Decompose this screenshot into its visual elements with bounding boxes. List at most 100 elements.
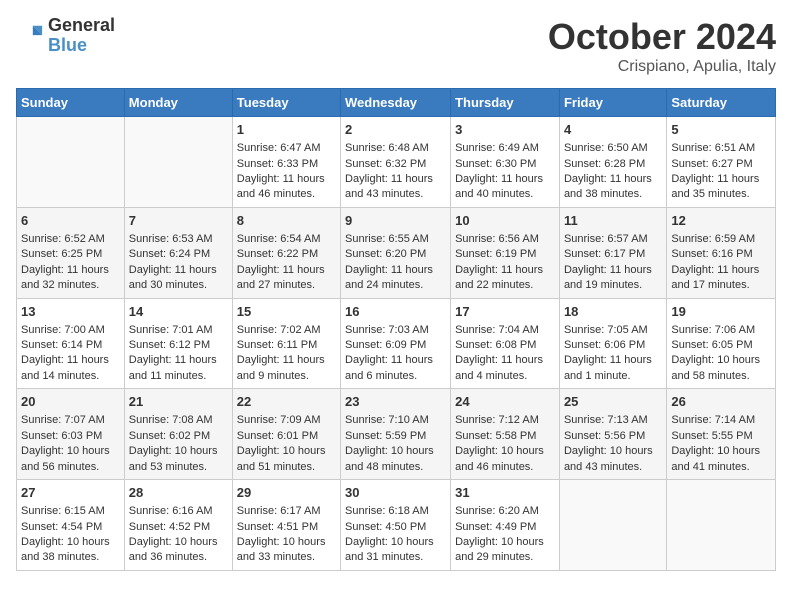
month-title: October 2024 bbox=[548, 16, 776, 58]
day-number: 14 bbox=[129, 303, 228, 321]
daylight-text: Daylight: 11 hours and 9 minutes. bbox=[237, 353, 336, 384]
day-of-week-header: Saturday bbox=[667, 89, 776, 117]
day-number: 29 bbox=[237, 484, 336, 502]
location-title: Crispiano, Apulia, Italy bbox=[548, 58, 776, 76]
day-of-week-header: Tuesday bbox=[232, 89, 340, 117]
daylight-text: Daylight: 10 hours and 53 minutes. bbox=[129, 444, 228, 475]
sunset-text: Sunset: 4:54 PM bbox=[21, 520, 120, 535]
calendar-cell bbox=[17, 117, 125, 208]
sunrise-text: Sunrise: 6:52 AM bbox=[21, 232, 120, 247]
daylight-text: Daylight: 10 hours and 43 minutes. bbox=[564, 444, 662, 475]
day-of-week-header: Friday bbox=[559, 89, 666, 117]
daylight-text: Daylight: 11 hours and 43 minutes. bbox=[345, 172, 446, 203]
day-number: 17 bbox=[455, 303, 555, 321]
sunset-text: Sunset: 6:11 PM bbox=[237, 338, 336, 353]
sunset-text: Sunset: 6:27 PM bbox=[671, 157, 771, 172]
sunrise-text: Sunrise: 6:53 AM bbox=[129, 232, 228, 247]
day-number: 10 bbox=[455, 212, 555, 230]
calendar-cell: 15 Sunrise: 7:02 AMSunset: 6:11 PMDayligh… bbox=[232, 298, 340, 389]
sunrise-text: Sunrise: 6:20 AM bbox=[455, 504, 555, 519]
calendar-cell: 10Sunrise: 6:56 AMSunset: 6:19 PMDayligh… bbox=[451, 207, 560, 298]
day-number: 24 bbox=[455, 393, 555, 411]
daylight-text: Daylight: 11 hours and 32 minutes. bbox=[21, 263, 120, 294]
calendar-cell: 12Sunrise: 6:59 AMSunset: 6:16 PMDayligh… bbox=[667, 207, 776, 298]
sunset-text: Sunset: 6:25 PM bbox=[21, 247, 120, 262]
sunrise-text: Sunrise: 7:05 AM bbox=[564, 323, 662, 338]
daylight-text: Daylight: 11 hours and 1 minute. bbox=[564, 353, 662, 384]
logo-general: General bbox=[48, 16, 115, 36]
daylight-text: Daylight: 11 hours and 14 minutes. bbox=[21, 353, 120, 384]
day-number: 13 bbox=[21, 303, 120, 321]
sunrise-text: Sunrise: 6:56 AM bbox=[455, 232, 555, 247]
calendar-cell bbox=[559, 480, 666, 571]
day-number: 31 bbox=[455, 484, 555, 502]
calendar-cell: 21Sunrise: 7:08 AMSunset: 6:02 PMDayligh… bbox=[124, 389, 232, 480]
daylight-text: Daylight: 11 hours and 30 minutes. bbox=[129, 263, 228, 294]
day-number: 2 bbox=[345, 121, 446, 139]
sunset-text: Sunset: 6:09 PM bbox=[345, 338, 446, 353]
day-of-week-header: Monday bbox=[124, 89, 232, 117]
daylight-text: Daylight: 10 hours and 29 minutes. bbox=[455, 535, 555, 566]
daylight-text: Daylight: 11 hours and 6 minutes. bbox=[345, 353, 446, 384]
calendar-header-row: SundayMondayTuesdayWednesdayThursdayFrid… bbox=[17, 89, 776, 117]
day-number: 20 bbox=[21, 393, 120, 411]
sunset-text: Sunset: 6:01 PM bbox=[237, 429, 336, 444]
calendar-cell: 9Sunrise: 6:55 AMSunset: 6:20 PMDaylight… bbox=[341, 207, 451, 298]
calendar-cell bbox=[124, 117, 232, 208]
sunrise-text: Sunrise: 7:10 AM bbox=[345, 413, 446, 428]
sunrise-text: Sunrise: 7:06 AM bbox=[671, 323, 771, 338]
sunrise-text: Sunrise: 7:00 AM bbox=[21, 323, 120, 338]
day-number: 28 bbox=[129, 484, 228, 502]
calendar-cell: 11Sunrise: 6:57 AMSunset: 6:17 PMDayligh… bbox=[559, 207, 666, 298]
logo: General Blue bbox=[16, 16, 115, 56]
sunrise-text: Sunrise: 7:14 AM bbox=[671, 413, 771, 428]
calendar-cell: 7Sunrise: 6:53 AMSunset: 6:24 PMDaylight… bbox=[124, 207, 232, 298]
calendar-cell: 22Sunrise: 7:09 AMSunset: 6:01 PMDayligh… bbox=[232, 389, 340, 480]
day-number: 1 bbox=[237, 121, 336, 139]
calendar-cell: 17Sunrise: 7:04 AMSunset: 6:08 PMDayligh… bbox=[451, 298, 560, 389]
sunrise-text: Sunrise: 6:48 AM bbox=[345, 141, 446, 156]
calendar-cell: 29Sunrise: 6:17 AMSunset: 4:51 PMDayligh… bbox=[232, 480, 340, 571]
sunset-text: Sunset: 6:16 PM bbox=[671, 247, 771, 262]
day-number: 8 bbox=[237, 212, 336, 230]
sunrise-text: Sunrise: 6:17 AM bbox=[237, 504, 336, 519]
sunset-text: Sunset: 5:58 PM bbox=[455, 429, 555, 444]
day-number: 15 bbox=[237, 303, 336, 321]
daylight-text: Daylight: 11 hours and 35 minutes. bbox=[671, 172, 771, 203]
sunset-text: Sunset: 6:17 PM bbox=[564, 247, 662, 262]
sunset-text: Sunset: 5:56 PM bbox=[564, 429, 662, 444]
daylight-text: Daylight: 10 hours and 36 minutes. bbox=[129, 535, 228, 566]
sunrise-text: Sunrise: 6:15 AM bbox=[21, 504, 120, 519]
calendar-cell: 2 Sunrise: 6:48 AMSunset: 6:32 PMDaylight… bbox=[341, 117, 451, 208]
sunset-text: Sunset: 6:12 PM bbox=[129, 338, 228, 353]
day-number: 27 bbox=[21, 484, 120, 502]
day-of-week-header: Wednesday bbox=[341, 89, 451, 117]
sunset-text: Sunset: 6:33 PM bbox=[237, 157, 336, 172]
calendar-cell: 25Sunrise: 7:13 AMSunset: 5:56 PMDayligh… bbox=[559, 389, 666, 480]
sunset-text: Sunset: 6:32 PM bbox=[345, 157, 446, 172]
day-of-week-header: Sunday bbox=[17, 89, 125, 117]
day-number: 22 bbox=[237, 393, 336, 411]
daylight-text: Daylight: 11 hours and 40 minutes. bbox=[455, 172, 555, 203]
sunrise-text: Sunrise: 7:02 AM bbox=[237, 323, 336, 338]
sunset-text: Sunset: 4:50 PM bbox=[345, 520, 446, 535]
day-number: 12 bbox=[671, 212, 771, 230]
calendar-cell: 28Sunrise: 6:16 AMSunset: 4:52 PMDayligh… bbox=[124, 480, 232, 571]
day-number: 9 bbox=[345, 212, 446, 230]
sunrise-text: Sunrise: 6:16 AM bbox=[129, 504, 228, 519]
calendar-cell: 14Sunrise: 7:01 AMSunset: 6:12 PMDayligh… bbox=[124, 298, 232, 389]
calendar-cell: 8Sunrise: 6:54 AMSunset: 6:22 PMDaylight… bbox=[232, 207, 340, 298]
day-number: 30 bbox=[345, 484, 446, 502]
daylight-text: Daylight: 10 hours and 51 minutes. bbox=[237, 444, 336, 475]
sunrise-text: Sunrise: 6:54 AM bbox=[237, 232, 336, 247]
daylight-text: Daylight: 11 hours and 46 minutes. bbox=[237, 172, 336, 203]
calendar-cell: 4Sunrise: 6:50 AMSunset: 6:28 PMDaylight… bbox=[559, 117, 666, 208]
logo-blue: Blue bbox=[48, 36, 115, 56]
sunset-text: Sunset: 5:55 PM bbox=[671, 429, 771, 444]
calendar-cell: 20Sunrise: 7:07 AMSunset: 6:03 PMDayligh… bbox=[17, 389, 125, 480]
daylight-text: Daylight: 10 hours and 46 minutes. bbox=[455, 444, 555, 475]
day-number: 18 bbox=[564, 303, 662, 321]
calendar-cell: 30Sunrise: 6:18 AMSunset: 4:50 PMDayligh… bbox=[341, 480, 451, 571]
calendar-week-row: 27 Sunrise: 6:15 AMSunset: 4:54 PM Dayligh… bbox=[17, 480, 776, 571]
day-number: 11 bbox=[564, 212, 662, 230]
